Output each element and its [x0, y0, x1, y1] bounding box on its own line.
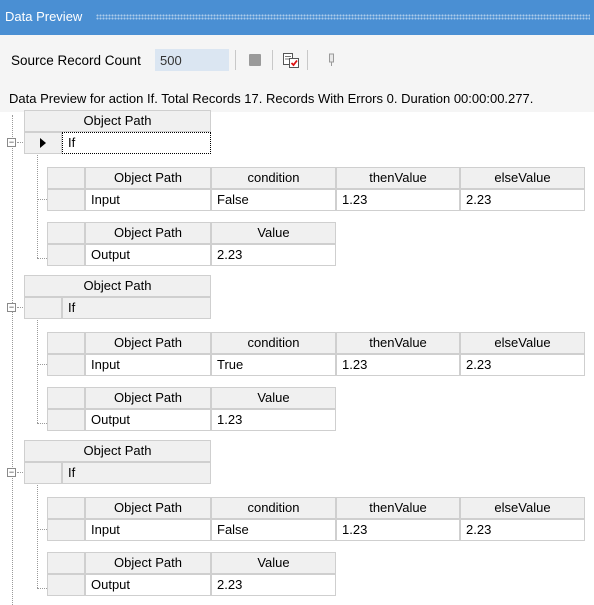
output-column-header[interactable]: Object Path — [85, 387, 211, 409]
input-cell[interactable]: False — [211, 519, 336, 541]
output-row-selector[interactable] — [47, 574, 85, 596]
input-column-header[interactable]: Object Path — [85, 332, 211, 354]
input-row-selector[interactable] — [47, 354, 85, 376]
output-column-header[interactable]: Value — [211, 387, 336, 409]
input-column-header[interactable]: condition — [211, 497, 336, 519]
input-cell[interactable]: 1.23 — [336, 519, 460, 541]
group-row-label[interactable]: If — [62, 462, 211, 484]
toolbar: Source Record Count 500 — [0, 35, 594, 85]
object-path-header[interactable]: Object Path — [24, 275, 211, 297]
input-cell[interactable]: True — [211, 354, 336, 376]
input-column-header[interactable]: condition — [211, 332, 336, 354]
source-record-count-label: Source Record Count — [11, 53, 141, 68]
row-selector[interactable] — [24, 132, 62, 154]
status-text: Data Preview for action If. Total Record… — [9, 91, 534, 106]
tree-line — [37, 529, 47, 530]
current-row-icon — [40, 138, 46, 148]
toolbar-separator — [272, 50, 273, 70]
tree-line — [17, 142, 23, 143]
collapse-icon[interactable]: − — [7, 138, 16, 147]
tree-line — [37, 155, 38, 258]
collapse-icon[interactable]: − — [7, 303, 16, 312]
input-cell[interactable]: 1.23 — [336, 189, 460, 211]
group-row-label[interactable]: If — [62, 132, 211, 154]
validate-icon[interactable] — [282, 51, 300, 69]
window-title: Data Preview — [5, 9, 87, 24]
input-cell[interactable]: Input — [85, 189, 211, 211]
source-record-count-input[interactable]: 500 — [155, 49, 229, 71]
output-corner-header — [47, 552, 85, 574]
output-row-selector[interactable] — [47, 409, 85, 431]
output-cell[interactable]: 1.23 — [211, 409, 336, 431]
input-column-header[interactable]: elseValue — [460, 497, 585, 519]
tree-line — [37, 320, 38, 423]
input-column-header[interactable]: thenValue — [336, 332, 460, 354]
input-column-header[interactable]: elseValue — [460, 332, 585, 354]
tree-line — [17, 472, 23, 473]
input-cell[interactable]: Input — [85, 519, 211, 541]
input-corner-header — [47, 332, 85, 354]
input-row-selector[interactable] — [47, 519, 85, 541]
object-path-header[interactable]: Object Path — [24, 110, 211, 132]
input-column-header[interactable]: thenValue — [336, 497, 460, 519]
titlebar-grip — [96, 14, 590, 20]
output-row-selector[interactable] — [47, 244, 85, 266]
input-column-header[interactable]: Object Path — [85, 167, 211, 189]
input-column-header[interactable]: Object Path — [85, 497, 211, 519]
input-cell[interactable]: 2.23 — [460, 519, 585, 541]
input-column-header[interactable]: condition — [211, 167, 336, 189]
output-cell[interactable]: Output — [85, 574, 211, 596]
input-corner-header — [47, 167, 85, 189]
output-cell[interactable]: Output — [85, 244, 211, 266]
tree-line — [37, 423, 47, 424]
pin-icon[interactable] — [323, 51, 341, 69]
group-row-label[interactable]: If — [62, 297, 211, 319]
input-cell[interactable]: 1.23 — [336, 354, 460, 376]
output-column-header[interactable]: Value — [211, 552, 336, 574]
tree-line — [37, 199, 47, 200]
tree-line — [37, 485, 38, 588]
input-column-header[interactable]: thenValue — [336, 167, 460, 189]
object-path-header[interactable]: Object Path — [24, 440, 211, 462]
input-corner-header — [47, 497, 85, 519]
output-cell[interactable]: Output — [85, 409, 211, 431]
toolbar-separator — [307, 50, 308, 70]
input-row-selector[interactable] — [47, 189, 85, 211]
window-titlebar[interactable]: Data Preview — [0, 0, 594, 35]
input-column-header[interactable]: elseValue — [460, 167, 585, 189]
stop-icon[interactable] — [246, 51, 264, 69]
output-cell[interactable]: 2.23 — [211, 574, 336, 596]
input-cell[interactable]: 2.23 — [460, 189, 585, 211]
input-cell[interactable]: False — [211, 189, 336, 211]
output-column-header[interactable]: Object Path — [85, 552, 211, 574]
tree-line — [37, 588, 47, 589]
output-corner-header — [47, 387, 85, 409]
output-corner-header — [47, 222, 85, 244]
row-selector[interactable] — [24, 297, 62, 319]
tree-line — [12, 115, 13, 605]
output-column-header[interactable]: Object Path — [85, 222, 211, 244]
toolbar-separator — [235, 50, 236, 70]
collapse-icon[interactable]: − — [7, 468, 16, 477]
tree-line — [37, 364, 47, 365]
output-cell[interactable]: 2.23 — [211, 244, 336, 266]
input-cell[interactable]: 2.23 — [460, 354, 585, 376]
input-cell[interactable]: Input — [85, 354, 211, 376]
row-selector[interactable] — [24, 462, 62, 484]
tree-line — [17, 307, 23, 308]
output-column-header[interactable]: Value — [211, 222, 336, 244]
tree-line — [37, 258, 47, 259]
status-bar: Data Preview for action If. Total Record… — [0, 85, 594, 112]
